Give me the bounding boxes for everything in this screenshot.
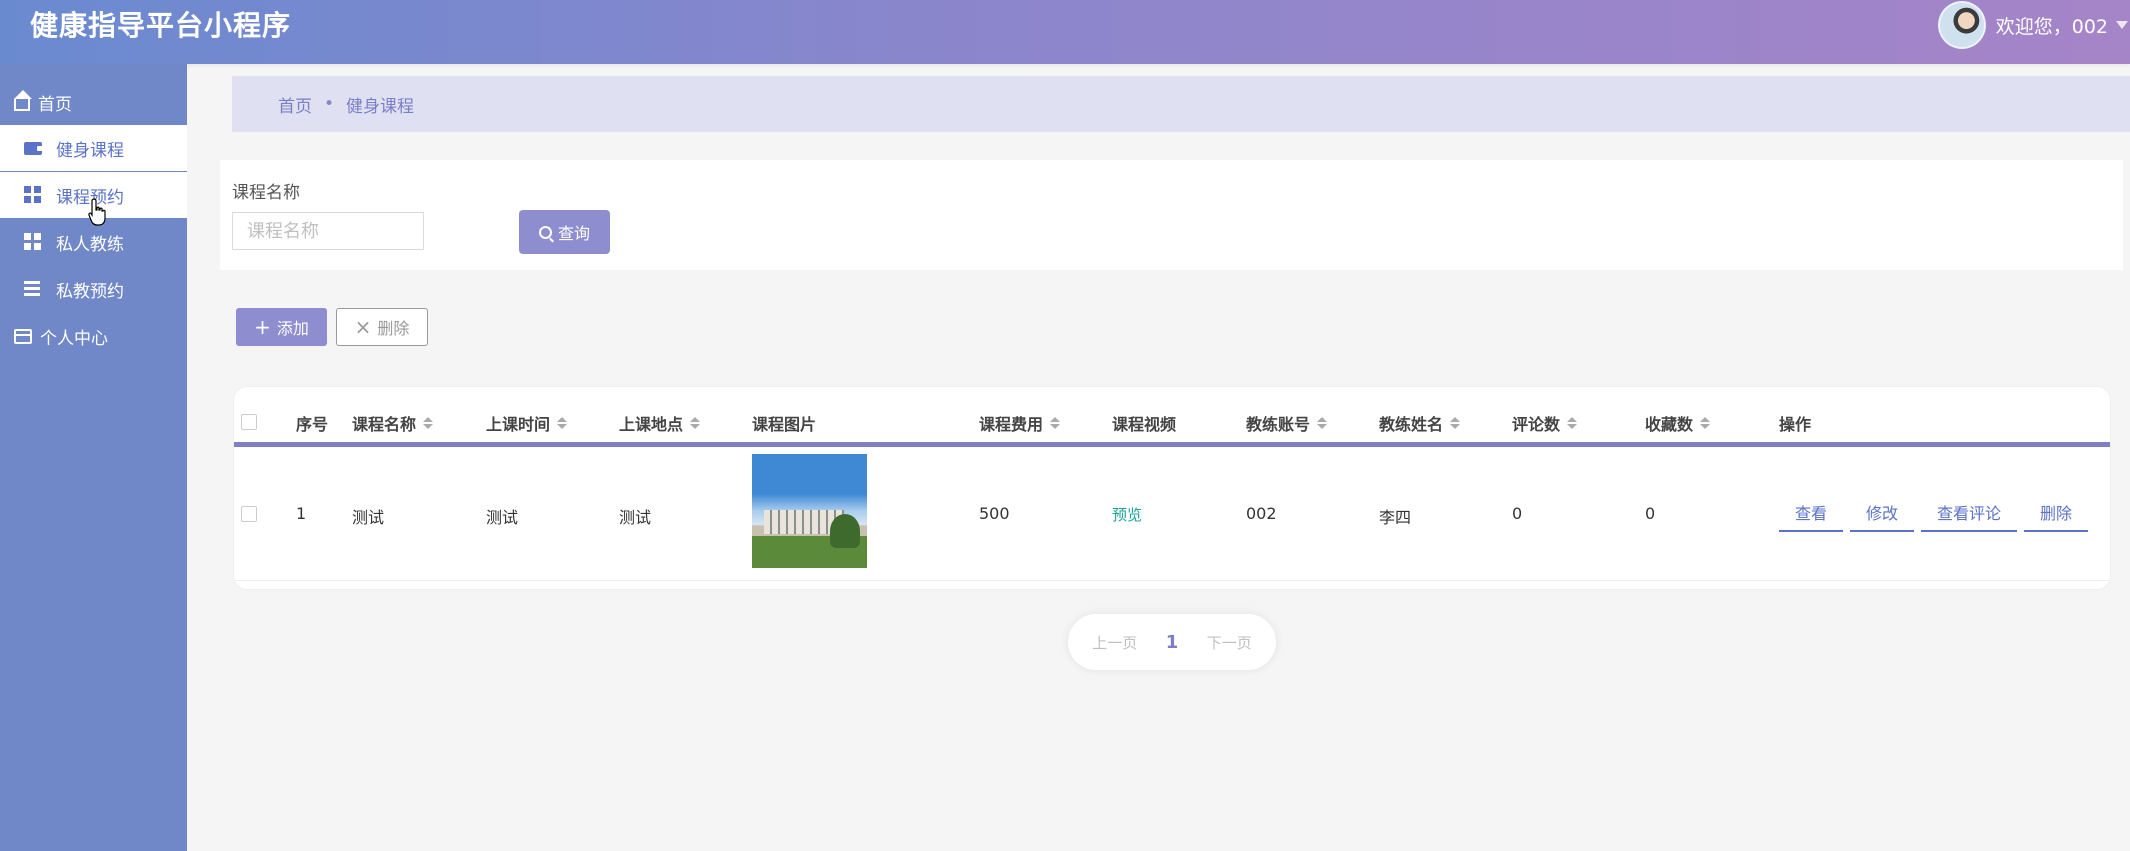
list-icon xyxy=(24,280,42,298)
row-checkbox[interactable] xyxy=(241,506,257,522)
search-label: 课程名称 xyxy=(232,183,300,203)
breadcrumb-home-link[interactable]: 首页 xyxy=(278,92,312,117)
next-page-button[interactable]: 下一页 xyxy=(1207,632,1252,653)
breadcrumb: 首页 • 健身课程 xyxy=(232,76,2130,132)
row-delete-button[interactable]: 删除 xyxy=(2024,500,2088,532)
app-title: 健康指导平台小程序 xyxy=(30,9,292,42)
search-icon xyxy=(538,225,552,239)
query-button[interactable]: 查询 xyxy=(519,210,610,254)
cell-fee: 500 xyxy=(979,504,1010,523)
sidebar-item-label: 首页 xyxy=(38,94,72,115)
card-icon xyxy=(14,328,32,344)
sort-icon[interactable] xyxy=(1567,417,1578,429)
delete-button-label: 删除 xyxy=(377,319,410,338)
column-header-coach-name[interactable]: 教练姓名 xyxy=(1379,411,1461,435)
welcome-text: 欢迎您，002 xyxy=(1995,15,2108,38)
sidebar-item-home[interactable]: 首页 xyxy=(0,79,187,125)
sidebar-item-fitness-course[interactable]: 健身课程 xyxy=(0,125,187,171)
sidebar-item-trainer-booking[interactable]: 私教预约 xyxy=(0,266,187,312)
sort-icon[interactable] xyxy=(1317,417,1328,429)
column-header-index: 序号 xyxy=(296,415,329,434)
sidebar-item-label: 私人教练 xyxy=(56,234,124,255)
pagination: 上一页 1 下一页 xyxy=(1068,614,1276,670)
cell-course-name: 测试 xyxy=(352,508,385,527)
video-preview-link[interactable]: 预览 xyxy=(1112,504,1142,525)
add-button[interactable]: + 添加 xyxy=(236,308,327,346)
hand-cursor-icon xyxy=(88,198,106,226)
course-image[interactable] xyxy=(752,454,867,568)
avatar[interactable] xyxy=(1937,1,1986,49)
column-header-time[interactable]: 上课时间 xyxy=(486,411,568,435)
column-header-image: 课程图片 xyxy=(752,415,817,434)
sidebar-item-personal-center[interactable]: 个人中心 xyxy=(0,313,187,359)
course-name-search-input[interactable] xyxy=(232,212,424,250)
sidebar: 首页 健身课程 课程预约 私人教练 私教预约 个人中心 xyxy=(0,64,187,851)
user-menu[interactable]: 欢迎您，002 xyxy=(1937,0,2130,50)
prev-page-button[interactable]: 上一页 xyxy=(1092,632,1137,653)
top-header: 健康指导平台小程序 欢迎您，002 xyxy=(0,0,2130,64)
column-header-course-name[interactable]: 课程名称 xyxy=(352,411,434,435)
chevron-down-icon[interactable] xyxy=(2116,21,2128,29)
grid-icon xyxy=(24,233,42,251)
cell-comments: 0 xyxy=(1512,504,1523,523)
view-button[interactable]: 查看 xyxy=(1779,500,1843,532)
row-divider xyxy=(234,580,2110,581)
search-panel: 课程名称 查询 xyxy=(220,160,2123,270)
breadcrumb-current: 健身课程 xyxy=(346,96,415,117)
cell-location: 测试 xyxy=(619,508,652,527)
edit-button[interactable]: 修改 xyxy=(1850,500,1914,532)
column-header-fee[interactable]: 课程费用 xyxy=(979,411,1061,435)
view-comments-button[interactable]: 查看评论 xyxy=(1921,500,2017,532)
cell-time: 测试 xyxy=(486,508,519,527)
cell-index: 1 xyxy=(296,504,307,523)
column-header-favorites[interactable]: 收藏数 xyxy=(1645,411,1711,435)
sort-icon[interactable] xyxy=(1050,417,1061,429)
column-header-coach-account[interactable]: 教练账号 xyxy=(1246,411,1328,435)
sort-icon[interactable] xyxy=(1700,417,1711,429)
sort-icon[interactable] xyxy=(423,417,434,429)
wallet-icon xyxy=(24,141,44,155)
sort-icon[interactable] xyxy=(1450,417,1461,429)
delete-button[interactable]: × 删除 xyxy=(336,308,428,346)
home-icon xyxy=(14,90,32,111)
select-all-checkbox[interactable] xyxy=(241,414,257,430)
page-number-current[interactable]: 1 xyxy=(1166,632,1179,653)
sidebar-item-label: 健身课程 xyxy=(56,140,124,161)
cell-favorites: 0 xyxy=(1645,504,1656,523)
cell-coach-name: 李四 xyxy=(1379,508,1412,527)
breadcrumb-separator: • xyxy=(324,94,335,114)
sort-icon[interactable] xyxy=(690,417,701,429)
query-button-label: 查询 xyxy=(557,224,590,243)
sort-icon[interactable] xyxy=(557,417,568,429)
close-icon: × xyxy=(354,315,372,339)
column-header-location[interactable]: 上课地点 xyxy=(619,411,701,435)
sidebar-item-label: 个人中心 xyxy=(40,328,108,349)
plus-icon: + xyxy=(254,315,271,339)
grid-icon xyxy=(24,186,42,204)
table-header: 序号 课程名称 上课时间 上课地点 课程图片 课程费用 课程视频 教练账号 教练… xyxy=(234,387,2110,447)
course-table: 序号 课程名称 上课时间 上课地点 课程图片 课程费用 课程视频 教练账号 教练… xyxy=(233,386,2111,590)
column-header-video: 课程视频 xyxy=(1112,415,1177,434)
cell-coach-account: 002 xyxy=(1246,504,1277,523)
add-button-label: 添加 xyxy=(276,319,309,338)
column-header-comments[interactable]: 评论数 xyxy=(1512,411,1578,435)
column-header-operations: 操作 xyxy=(1779,415,1812,434)
sidebar-item-label: 私教预约 xyxy=(56,281,124,302)
